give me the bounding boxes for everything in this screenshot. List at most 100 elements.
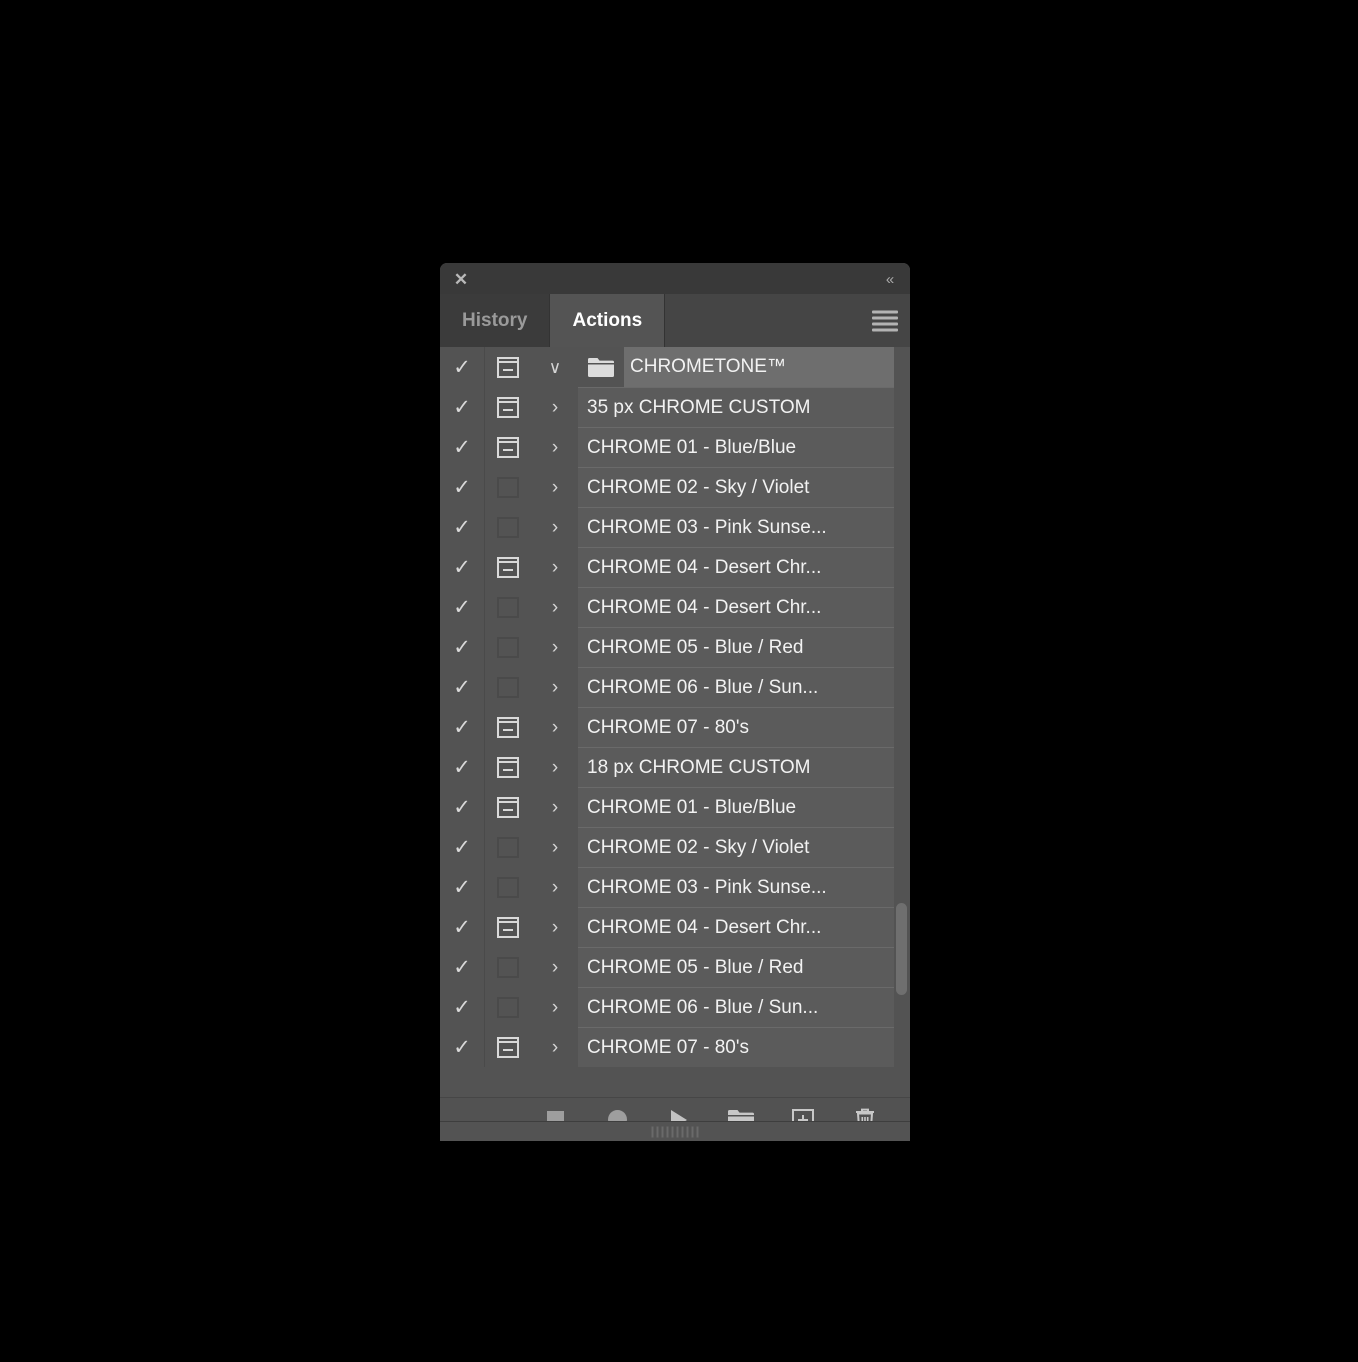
action-row[interactable]: ✓ › CHROME 05 - Blue / Red [440, 627, 894, 667]
toggle-dialog-box-icon[interactable] [484, 756, 532, 778]
chevron-right-icon[interactable]: › [532, 638, 578, 657]
toggle-dialog-box-icon[interactable] [484, 556, 532, 578]
action-name-label[interactable]: CHROME 04 - Desert Chr... [578, 907, 894, 947]
action-name-label[interactable]: CHROME 02 - Sky / Violet [578, 467, 894, 507]
action-name-label[interactable]: CHROME 03 - Pink Sunse... [578, 867, 894, 907]
chevron-right-icon[interactable]: › [532, 958, 578, 977]
toggle-dialog-box-icon[interactable] [484, 836, 532, 858]
action-name-label[interactable]: CHROME 01 - Blue/Blue [578, 427, 894, 467]
action-row[interactable]: ✓ › CHROME 07 - 80's [440, 707, 894, 747]
chevron-right-icon[interactable]: › [532, 398, 578, 417]
action-name-label[interactable]: CHROME 02 - Sky / Violet [578, 827, 894, 867]
action-row[interactable]: ✓ › CHROME 07 - 80's [440, 1027, 894, 1067]
toggle-item-checkbox[interactable]: ✓ [440, 997, 484, 1018]
toggle-dialog-box-icon[interactable] [484, 1036, 532, 1058]
action-name-label[interactable]: CHROME 05 - Blue / Red [578, 947, 894, 987]
close-icon[interactable]: ✕ [449, 267, 473, 291]
action-name-label[interactable]: 35 px CHROME CUSTOM [578, 387, 894, 427]
toggle-item-checkbox[interactable]: ✓ [440, 877, 484, 898]
action-row[interactable]: ✓ › CHROME 03 - Pink Sunse... [440, 867, 894, 907]
action-row[interactable]: ✓ › CHROME 04 - Desert Chr... [440, 587, 894, 627]
toggle-dialog-box-icon[interactable] [484, 596, 532, 618]
chevron-right-icon[interactable]: › [532, 678, 578, 697]
toggle-item-checkbox[interactable]: ✓ [440, 517, 484, 538]
chevron-right-icon[interactable]: › [532, 918, 578, 937]
chevron-right-icon[interactable]: › [532, 598, 578, 617]
action-row[interactable]: ✓ › CHROME 01 - Blue/Blue [440, 427, 894, 467]
toggle-dialog-box-icon[interactable] [484, 356, 532, 378]
toggle-item-checkbox[interactable]: ✓ [440, 957, 484, 978]
tab-actions[interactable]: Actions [550, 294, 666, 347]
action-row[interactable]: ✓ › 35 px CHROME CUSTOM [440, 387, 894, 427]
toggle-dialog-box-icon[interactable] [484, 436, 532, 458]
toggle-dialog-box-icon[interactable] [484, 996, 532, 1018]
toggle-dialog-box-icon[interactable] [484, 916, 532, 938]
toggle-item-checkbox[interactable]: ✓ [440, 397, 484, 418]
toggle-dialog-box-icon[interactable] [484, 636, 532, 658]
chevron-right-icon[interactable]: › [532, 518, 578, 537]
toggle-item-checkbox[interactable]: ✓ [440, 597, 484, 618]
toggle-item-checkbox[interactable]: ✓ [440, 357, 484, 378]
action-name-label[interactable]: CHROMETONE™ [624, 347, 894, 387]
toggle-item-checkbox[interactable]: ✓ [440, 797, 484, 818]
action-row[interactable]: ✓ › CHROME 02 - Sky / Violet [440, 827, 894, 867]
toggle-item-checkbox[interactable]: ✓ [440, 477, 484, 498]
dialog-box-on [497, 396, 519, 418]
toggle-item-checkbox[interactable]: ✓ [440, 917, 484, 938]
action-name-label[interactable]: CHROME 06 - Blue / Sun... [578, 667, 894, 707]
toggle-item-checkbox[interactable]: ✓ [440, 757, 484, 778]
action-row[interactable]: ✓ › 18 px CHROME CUSTOM [440, 747, 894, 787]
vertical-scrollbar-track[interactable] [894, 347, 910, 1097]
toggle-item-checkbox[interactable]: ✓ [440, 677, 484, 698]
action-row[interactable]: ✓ › CHROME 06 - Blue / Sun... [440, 987, 894, 1027]
action-name-label[interactable]: CHROME 07 - 80's [578, 707, 894, 747]
action-name-label[interactable]: CHROME 04 - Desert Chr... [578, 587, 894, 627]
action-row[interactable]: ✓ › CHROME 05 - Blue / Red [440, 947, 894, 987]
action-name-label[interactable]: CHROME 04 - Desert Chr... [578, 547, 894, 587]
action-row[interactable]: ✓ › CHROME 03 - Pink Sunse... [440, 507, 894, 547]
chevron-right-icon[interactable]: › [532, 798, 578, 817]
chevron-right-icon[interactable]: › [532, 758, 578, 777]
toggle-dialog-box-icon[interactable] [484, 956, 532, 978]
action-name-label[interactable]: CHROME 01 - Blue/Blue [578, 787, 894, 827]
toggle-dialog-box-icon[interactable] [484, 876, 532, 898]
panel-resize-grip-bar[interactable] [440, 1121, 910, 1141]
chevron-right-icon[interactable]: › [532, 438, 578, 457]
tab-history[interactable]: History [440, 294, 551, 347]
hamburger-menu-icon[interactable] [872, 310, 898, 331]
chevron-right-icon[interactable]: › [532, 838, 578, 857]
toggle-dialog-box-icon[interactable] [484, 796, 532, 818]
action-name-label[interactable]: CHROME 03 - Pink Sunse... [578, 507, 894, 547]
action-name-label[interactable]: CHROME 06 - Blue / Sun... [578, 987, 894, 1027]
action-row[interactable]: ✓ › CHROME 04 - Desert Chr... [440, 907, 894, 947]
chevron-right-icon[interactable]: › [532, 1038, 578, 1057]
chevron-right-icon[interactable]: › [532, 998, 578, 1017]
vertical-scrollbar-thumb[interactable] [896, 903, 907, 995]
action-name-label[interactable]: 18 px CHROME CUSTOM [578, 747, 894, 787]
chevron-right-icon[interactable]: › [532, 878, 578, 897]
resize-grip-icon[interactable] [651, 1126, 699, 1137]
action-name-label[interactable]: CHROME 07 - 80's [578, 1027, 894, 1067]
action-row[interactable]: ✓ › CHROME 01 - Blue/Blue [440, 787, 894, 827]
toggle-item-checkbox[interactable]: ✓ [440, 837, 484, 858]
chevron-right-icon[interactable]: › [532, 478, 578, 497]
toggle-item-checkbox[interactable]: ✓ [440, 717, 484, 738]
toggle-dialog-box-icon[interactable] [484, 476, 532, 498]
toggle-dialog-box-icon[interactable] [484, 676, 532, 698]
collapse-panel-icon[interactable]: « [877, 268, 901, 290]
action-row[interactable]: ✓ › CHROME 02 - Sky / Violet [440, 467, 894, 507]
action-row[interactable]: ✓ › CHROME 04 - Desert Chr... [440, 547, 894, 587]
chevron-right-icon[interactable]: › [532, 558, 578, 577]
chevron-right-icon[interactable]: › [532, 718, 578, 737]
action-name-label[interactable]: CHROME 05 - Blue / Red [578, 627, 894, 667]
toggle-dialog-box-icon[interactable] [484, 716, 532, 738]
chevron-down-icon[interactable]: ∨ [532, 359, 578, 376]
toggle-item-checkbox[interactable]: ✓ [440, 1037, 484, 1058]
toggle-item-checkbox[interactable]: ✓ [440, 637, 484, 658]
action-set-row[interactable]: ✓ ∨ CHROMETONE™ [440, 347, 894, 387]
toggle-dialog-box-icon[interactable] [484, 516, 532, 538]
toggle-item-checkbox[interactable]: ✓ [440, 437, 484, 458]
action-row[interactable]: ✓ › CHROME 06 - Blue / Sun... [440, 667, 894, 707]
toggle-dialog-box-icon[interactable] [484, 396, 532, 418]
toggle-item-checkbox[interactable]: ✓ [440, 557, 484, 578]
